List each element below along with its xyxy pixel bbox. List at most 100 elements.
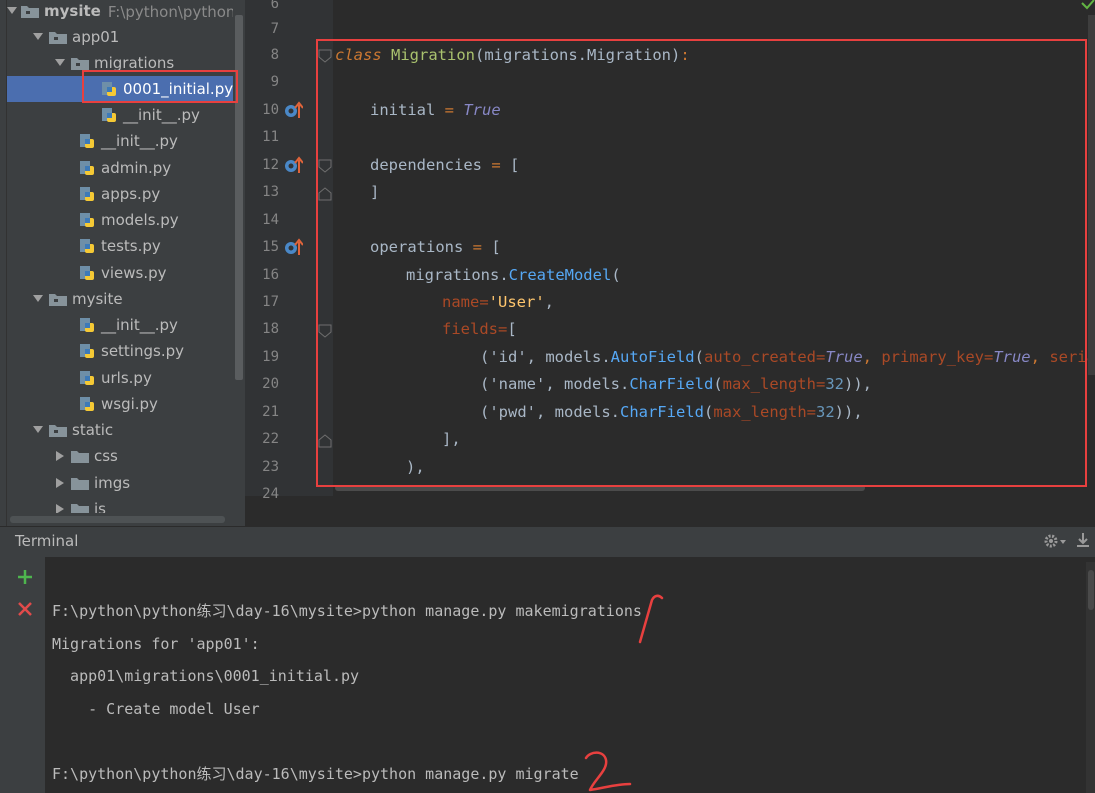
python-file-icon (79, 396, 95, 412)
tree-item-tests[interactable]: tests.py (7, 233, 233, 259)
line-number: 15 (262, 239, 279, 255)
line-number: 24 (262, 486, 279, 502)
tree-label: views.py (101, 264, 167, 282)
override-marker-icon[interactable] (283, 155, 304, 175)
tree-item-init-mysite[interactable]: __init__.py (7, 312, 233, 338)
terminal-line: F:\python\python练习\day-16\mysite>python … (52, 602, 642, 620)
override-marker-icon[interactable] (283, 237, 304, 257)
terminal-scroll-thumb[interactable] (1088, 570, 1094, 610)
tree-item-mysite[interactable]: mysite (7, 286, 233, 312)
tree-label: css (94, 447, 118, 465)
hide-panel-icon[interactable] (1075, 531, 1091, 549)
check-icon (1080, 0, 1095, 11)
close-icon[interactable] (15, 599, 35, 619)
chevron-down-icon[interactable] (31, 292, 45, 306)
chevron-down-icon[interactable] (53, 56, 67, 70)
tree-hscroll-thumb[interactable] (10, 516, 225, 523)
line-number: 10 (262, 102, 279, 118)
line-number: 9 (270, 74, 279, 90)
tree-label: __init__.py (123, 106, 200, 124)
tree-item-css[interactable]: css (7, 443, 233, 469)
tree-item-init-migrations[interactable]: __init__.py (7, 102, 233, 128)
line-number: 18 (262, 321, 279, 337)
tree-item-views[interactable]: views.py (7, 260, 233, 286)
tree-item-imgs[interactable]: imgs (7, 470, 233, 496)
terminal-line: app01\migrations\0001_initial.py (52, 667, 360, 685)
tree-label: imgs (94, 474, 131, 492)
folder-icon (21, 4, 39, 18)
code-annotation-box (316, 39, 1087, 487)
chevron-down-icon[interactable] (31, 423, 45, 437)
tree-item-apps[interactable]: apps.py (7, 181, 233, 207)
line-number: 12 (262, 157, 279, 173)
gear-icon[interactable] (1043, 532, 1067, 550)
python-file-icon (79, 370, 95, 386)
tree-label: mysite (72, 290, 123, 308)
tree-label: __init__.py (101, 316, 178, 334)
python-file-icon (79, 317, 95, 333)
line-number: 21 (262, 404, 279, 420)
line-number: 14 (262, 212, 279, 228)
python-file-icon (79, 343, 95, 359)
tree-item-init-app01[interactable]: __init__.py (7, 128, 233, 154)
tree-label: admin.py (101, 159, 172, 177)
tree-label: settings.py (101, 342, 184, 360)
tree-label: apps.py (101, 185, 161, 203)
override-marker-icon[interactable] (283, 100, 304, 120)
chevron-down-icon[interactable] (31, 30, 45, 44)
tree-item-static[interactable]: static (7, 417, 233, 443)
python-file-icon (79, 133, 95, 149)
tree-root-path: F:\python\python练 (107, 2, 251, 21)
folder-icon (49, 30, 67, 44)
chevron-down-icon[interactable] (7, 4, 17, 18)
line-number: 22 (262, 431, 279, 447)
tree-label: __init__.py (101, 132, 178, 150)
handwritten-number-one (638, 594, 664, 644)
handwritten-number-two (584, 751, 632, 792)
line-number: 8 (270, 47, 279, 63)
tree-root-mysite[interactable]: mysite F:\python\python练 (7, 0, 250, 24)
tree-label: urls.py (101, 369, 152, 387)
python-file-icon (79, 212, 95, 228)
folder-icon (71, 476, 89, 490)
tree-label: static (72, 421, 114, 439)
tree-label: mysite (44, 2, 101, 20)
terminal-title[interactable]: Terminal (15, 532, 78, 550)
tree-item-models[interactable]: models.py (7, 207, 233, 233)
tree-item-settings[interactable]: settings.py (7, 338, 233, 364)
python-file-icon (79, 265, 95, 281)
line-number: 23 (262, 459, 279, 475)
line-number: 20 (262, 376, 279, 392)
terminal-line: Migrations for 'app01': (52, 635, 260, 653)
line-number: 19 (262, 349, 279, 365)
tree-item-app01[interactable]: app01 (7, 24, 233, 50)
folder-icon (49, 423, 67, 437)
line-number: 13 (262, 184, 279, 200)
terminal-line: F:\python\python练习\day-16\mysite>python … (52, 765, 579, 783)
tree-label: app01 (72, 28, 120, 46)
chevron-right-icon[interactable] (53, 476, 67, 490)
plus-icon[interactable] (15, 567, 35, 587)
tree-left-stripe (0, 0, 7, 526)
editor-vscroll-thumb[interactable] (1088, 15, 1095, 375)
python-file-icon (79, 238, 95, 254)
tree-label: models.py (101, 211, 179, 229)
terminal-line: - Create model User (52, 700, 260, 718)
line-number: 17 (262, 294, 279, 310)
file-annotation-box (82, 70, 238, 103)
terminal-header (0, 526, 1095, 557)
tree-label: wsgi.py (101, 395, 158, 413)
folder-icon (71, 449, 89, 463)
tree-item-wsgi[interactable]: wsgi.py (7, 391, 233, 417)
folder-icon (71, 56, 89, 70)
terminal-toolbar (0, 557, 45, 793)
python-file-icon (101, 107, 117, 123)
tree-item-urls[interactable]: urls.py (7, 365, 233, 391)
line-number: 16 (262, 267, 279, 283)
tree-label: tests.py (101, 237, 161, 255)
tree-item-admin[interactable]: admin.py (7, 155, 233, 181)
chevron-right-icon[interactable] (53, 449, 67, 463)
python-file-icon (79, 160, 95, 176)
line-number: 11 (262, 129, 279, 145)
folder-icon (49, 292, 67, 306)
